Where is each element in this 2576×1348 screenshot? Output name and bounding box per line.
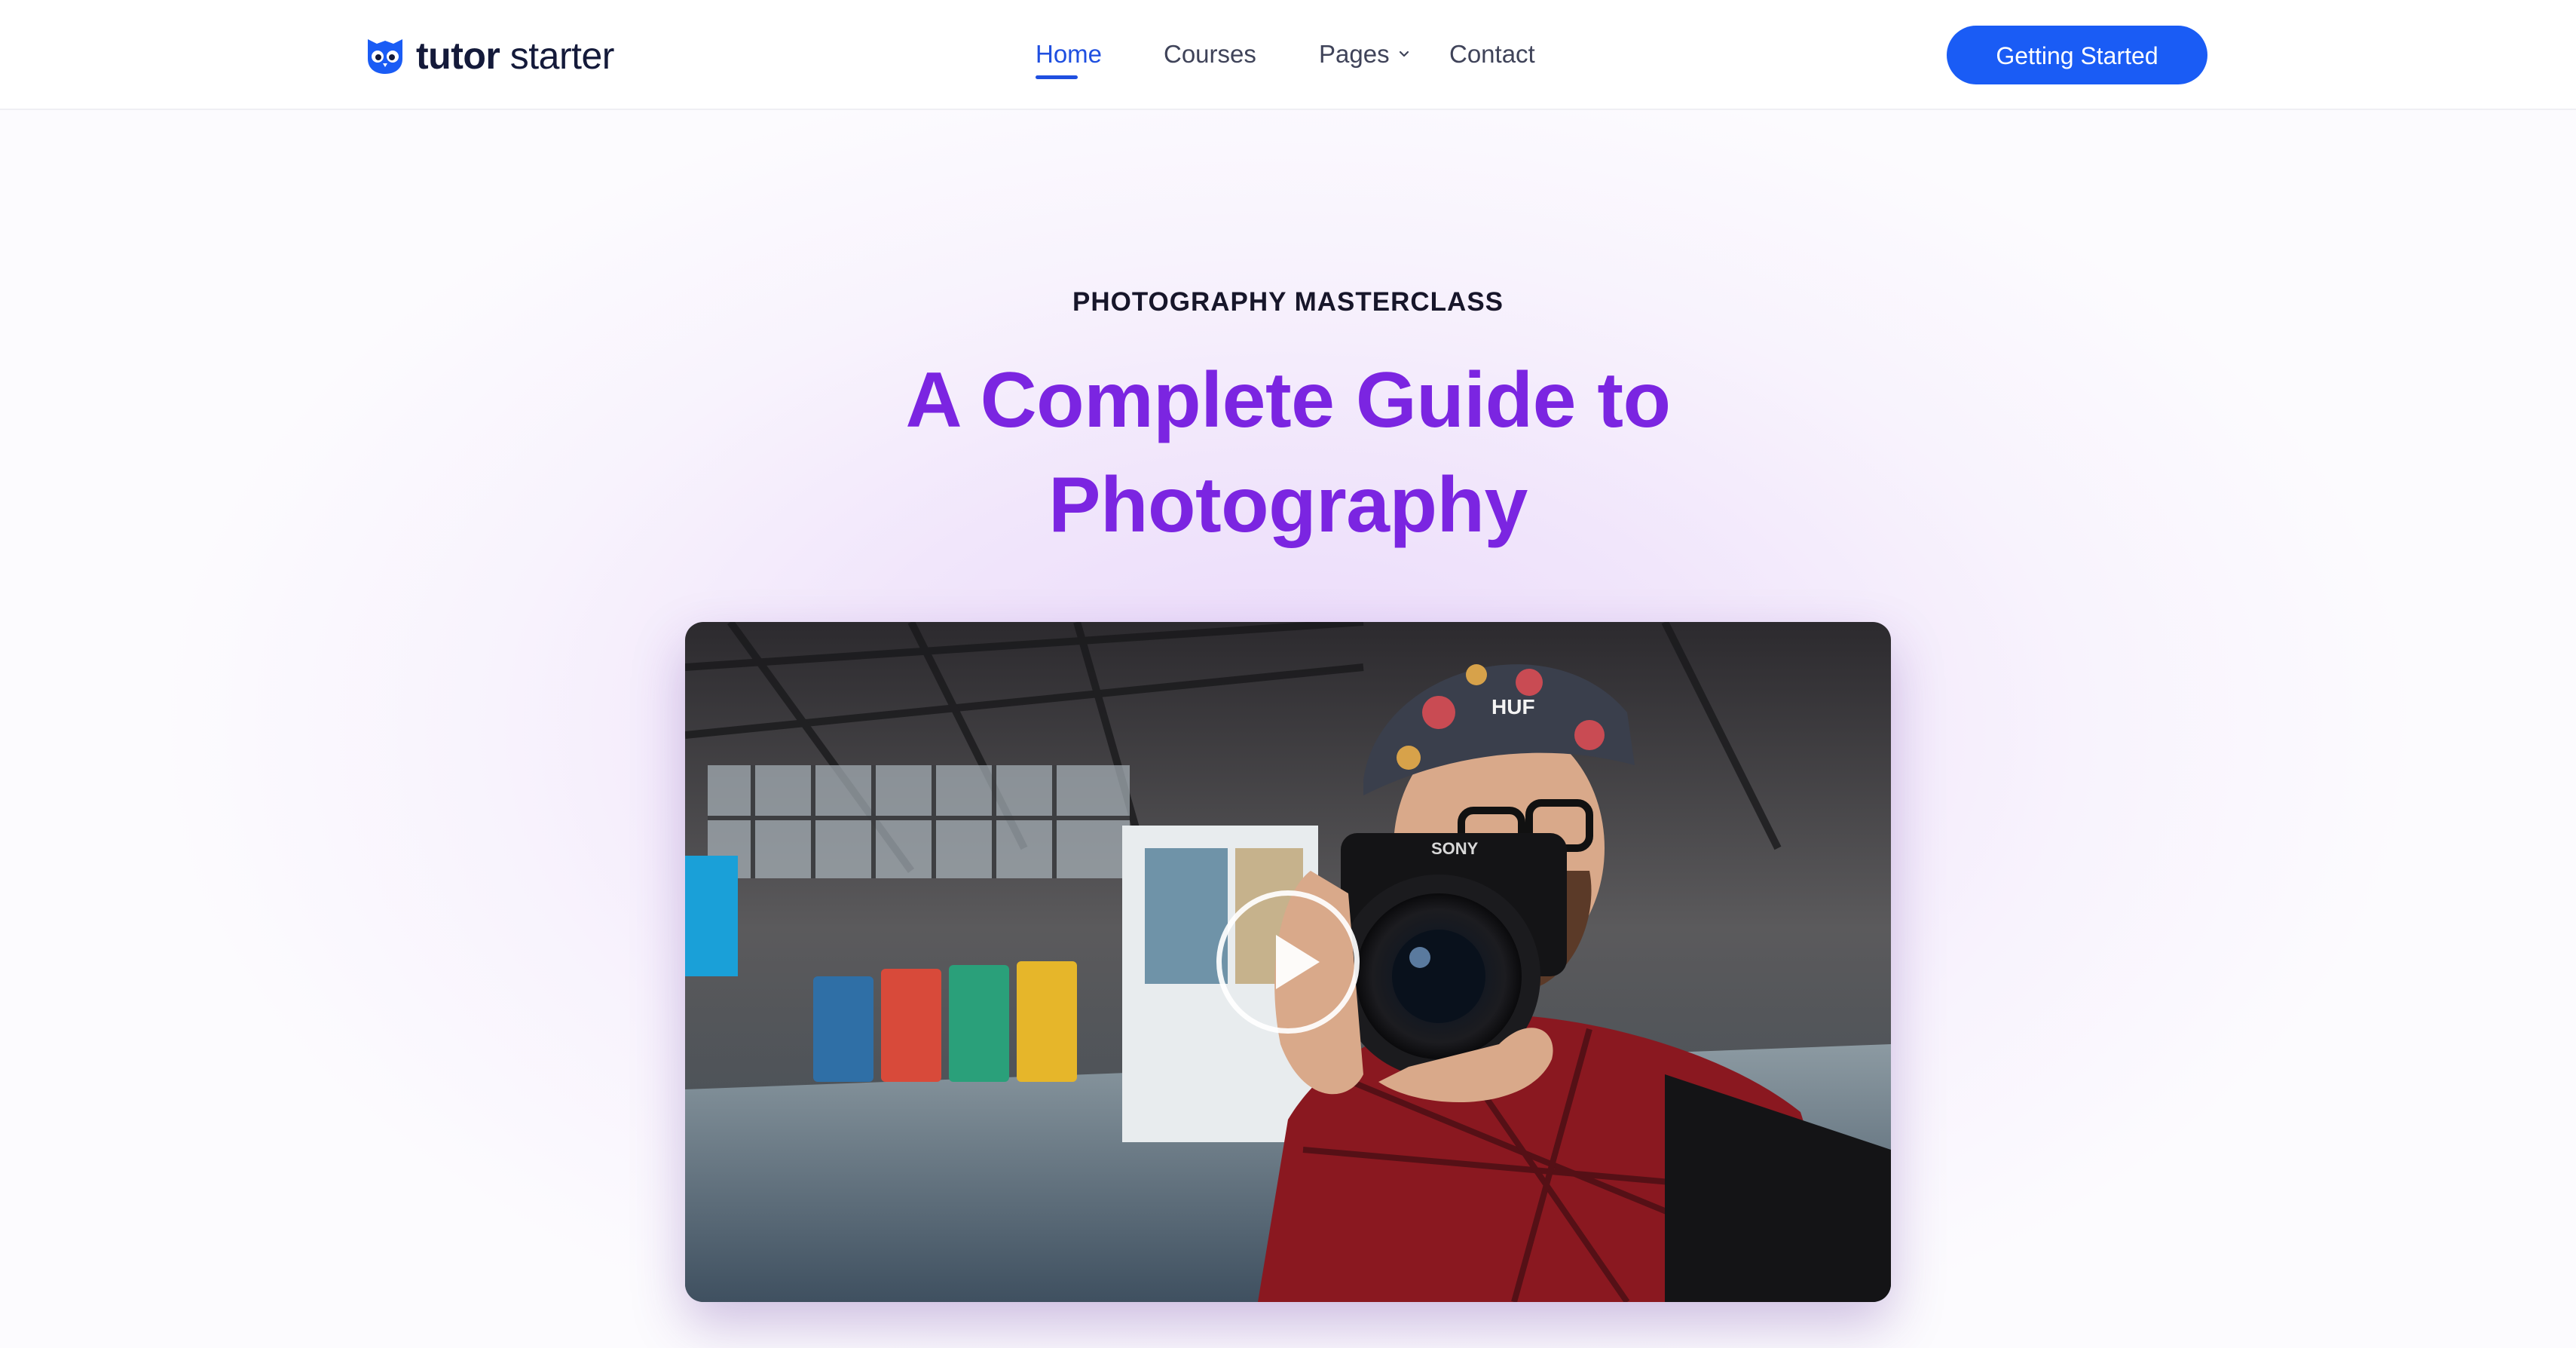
- hero-title-line-1: A Complete Guide to: [905, 357, 1671, 444]
- nav-item-home[interactable]: Home: [1036, 38, 1102, 71]
- nav-item-pages-label: Pages: [1319, 40, 1390, 68]
- site-logo[interactable]: tutor starter: [365, 33, 614, 78]
- nav-item-contact[interactable]: Contact: [1449, 38, 1535, 71]
- nav-active-indicator: [1036, 75, 1078, 79]
- logo-wordmark-bold: tutor: [416, 35, 500, 77]
- camera-brand-text: SONY: [1431, 839, 1479, 858]
- cap-logo-text: HUF: [1491, 695, 1535, 718]
- site-header: tutor starter Home Courses Pages Contact…: [0, 0, 2576, 110]
- hero-title: A Complete Guide to Photography: [685, 348, 1891, 558]
- nav-item-courses[interactable]: Courses: [1164, 38, 1256, 71]
- owl-logo-icon: [368, 39, 402, 74]
- hero-section: PHOTOGRAPHY MASTERCLASS A Complete Guide…: [0, 110, 2576, 1348]
- chevron-down-icon: [1399, 51, 1409, 57]
- getting-started-button[interactable]: Getting Started: [1947, 26, 2207, 84]
- logo-wordmark-light: starter: [509, 35, 615, 77]
- play-video-button[interactable]: [1216, 890, 1360, 1034]
- hero-eyebrow: PHOTOGRAPHY MASTERCLASS: [1072, 287, 1504, 317]
- hero-title-line-2: Photography: [1048, 461, 1528, 549]
- play-icon: [1276, 935, 1320, 989]
- nav-item-pages[interactable]: Pages: [1319, 38, 1411, 71]
- course-video-thumbnail[interactable]: HUF SONY: [685, 622, 1891, 1302]
- logo-wordmark: tutor starter: [416, 37, 614, 75]
